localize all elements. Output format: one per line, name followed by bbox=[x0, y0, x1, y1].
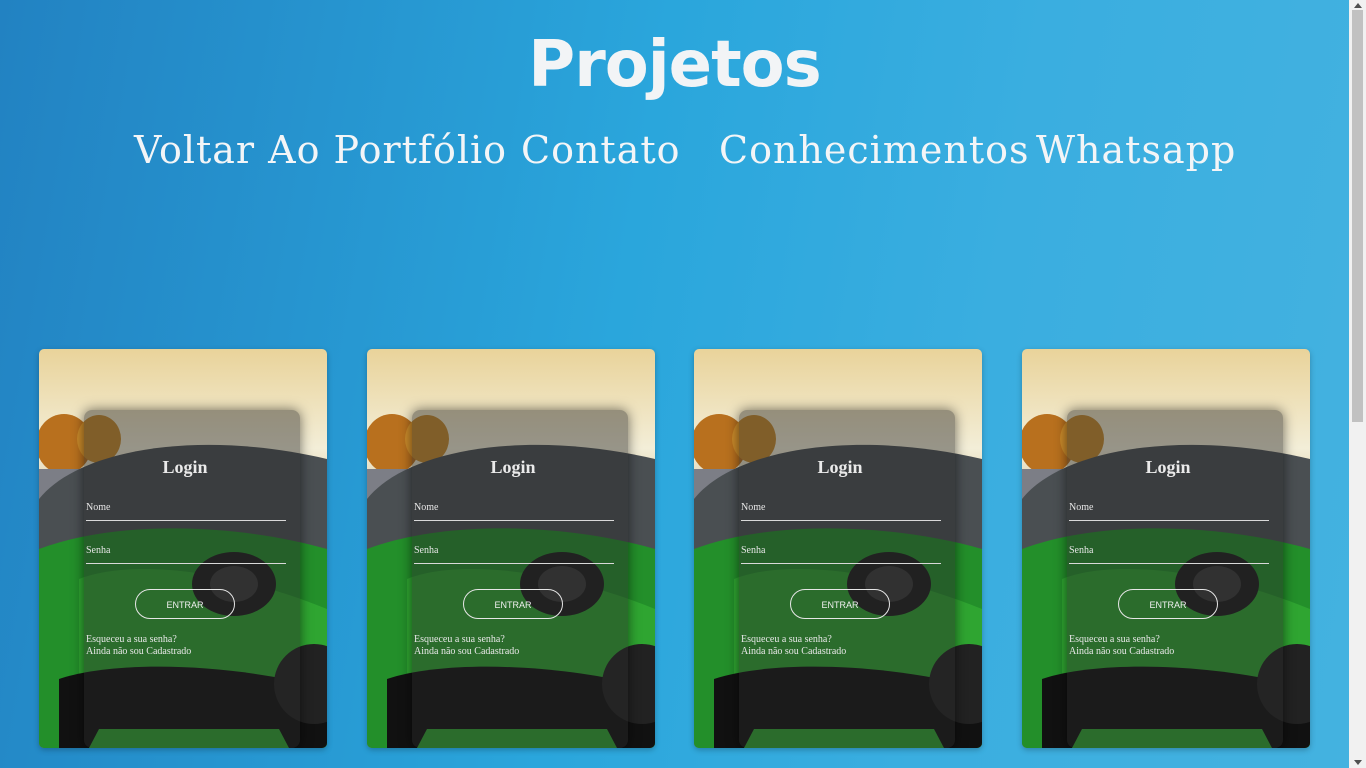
nav-link-whatsapp[interactable]: Whatsapp bbox=[1036, 128, 1236, 172]
name-placeholder: Nome bbox=[1069, 502, 1094, 513]
forgot-password-link[interactable]: Esqueceu a sua senha? bbox=[1069, 634, 1174, 646]
name-input[interactable]: Nome bbox=[86, 500, 286, 521]
name-placeholder: Nome bbox=[741, 502, 766, 513]
forgot-password-link[interactable]: Esqueceu a sua senha? bbox=[86, 634, 191, 646]
register-link[interactable]: Ainda não sou Cadastrado bbox=[741, 646, 846, 658]
name-input[interactable]: Nome bbox=[741, 500, 941, 521]
enter-button[interactable]: ENTRAR bbox=[1118, 589, 1218, 619]
forgot-password-link[interactable]: Esqueceu a sua senha? bbox=[414, 634, 519, 646]
nav-link-contato[interactable]: Contato bbox=[521, 128, 681, 172]
login-title: Login bbox=[162, 457, 208, 477]
password-input[interactable]: Senha bbox=[414, 543, 614, 564]
name-placeholder: Nome bbox=[86, 502, 111, 513]
password-placeholder: Senha bbox=[1069, 545, 1094, 556]
register-link[interactable]: Ainda não sou Cadastrado bbox=[414, 646, 519, 658]
project-card[interactable]: Login Nome Senha ENTRAR Esqueceu a sua s… bbox=[39, 349, 327, 748]
password-placeholder: Senha bbox=[86, 545, 111, 556]
scroll-thumb[interactable] bbox=[1352, 10, 1363, 422]
name-placeholder: Nome bbox=[414, 502, 439, 513]
register-link[interactable]: Ainda não sou Cadastrado bbox=[1069, 646, 1174, 658]
login-title: Login bbox=[817, 457, 863, 477]
password-placeholder: Senha bbox=[741, 545, 766, 556]
nav-link-portfolio[interactable]: Voltar Ao Portfólio bbox=[134, 128, 507, 172]
scroll-down-arrow-icon[interactable] bbox=[1354, 760, 1362, 765]
scroll-up-arrow-icon[interactable] bbox=[1354, 3, 1362, 8]
password-input[interactable]: Senha bbox=[1069, 543, 1269, 564]
page-title: Projetos bbox=[528, 28, 821, 102]
vertical-scrollbar[interactable] bbox=[1349, 0, 1366, 768]
password-input[interactable]: Senha bbox=[741, 543, 941, 564]
name-input[interactable]: Nome bbox=[1069, 500, 1269, 521]
password-input[interactable]: Senha bbox=[86, 543, 286, 564]
name-input[interactable]: Nome bbox=[414, 500, 614, 521]
nav-link-conhecimentos[interactable]: Conhecimentos bbox=[719, 128, 1029, 172]
project-card[interactable]: Login Nome Senha ENTRAR Esqueceu a sua s… bbox=[1022, 349, 1310, 748]
enter-button[interactable]: ENTRAR bbox=[135, 589, 235, 619]
project-card[interactable]: Login Nome Senha ENTRAR Esqueceu a sua s… bbox=[694, 349, 982, 748]
password-placeholder: Senha bbox=[414, 545, 439, 556]
login-title: Login bbox=[490, 457, 536, 477]
register-link[interactable]: Ainda não sou Cadastrado bbox=[86, 646, 191, 658]
enter-button[interactable]: ENTRAR bbox=[790, 589, 890, 619]
main-nav: Voltar Ao Portfólio Contato Conhecimento… bbox=[0, 128, 1349, 178]
enter-button[interactable]: ENTRAR bbox=[463, 589, 563, 619]
login-title: Login bbox=[1145, 457, 1191, 477]
forgot-password-link[interactable]: Esqueceu a sua senha? bbox=[741, 634, 846, 646]
project-card[interactable]: Login Nome Senha ENTRAR Esqueceu a sua s… bbox=[367, 349, 655, 748]
